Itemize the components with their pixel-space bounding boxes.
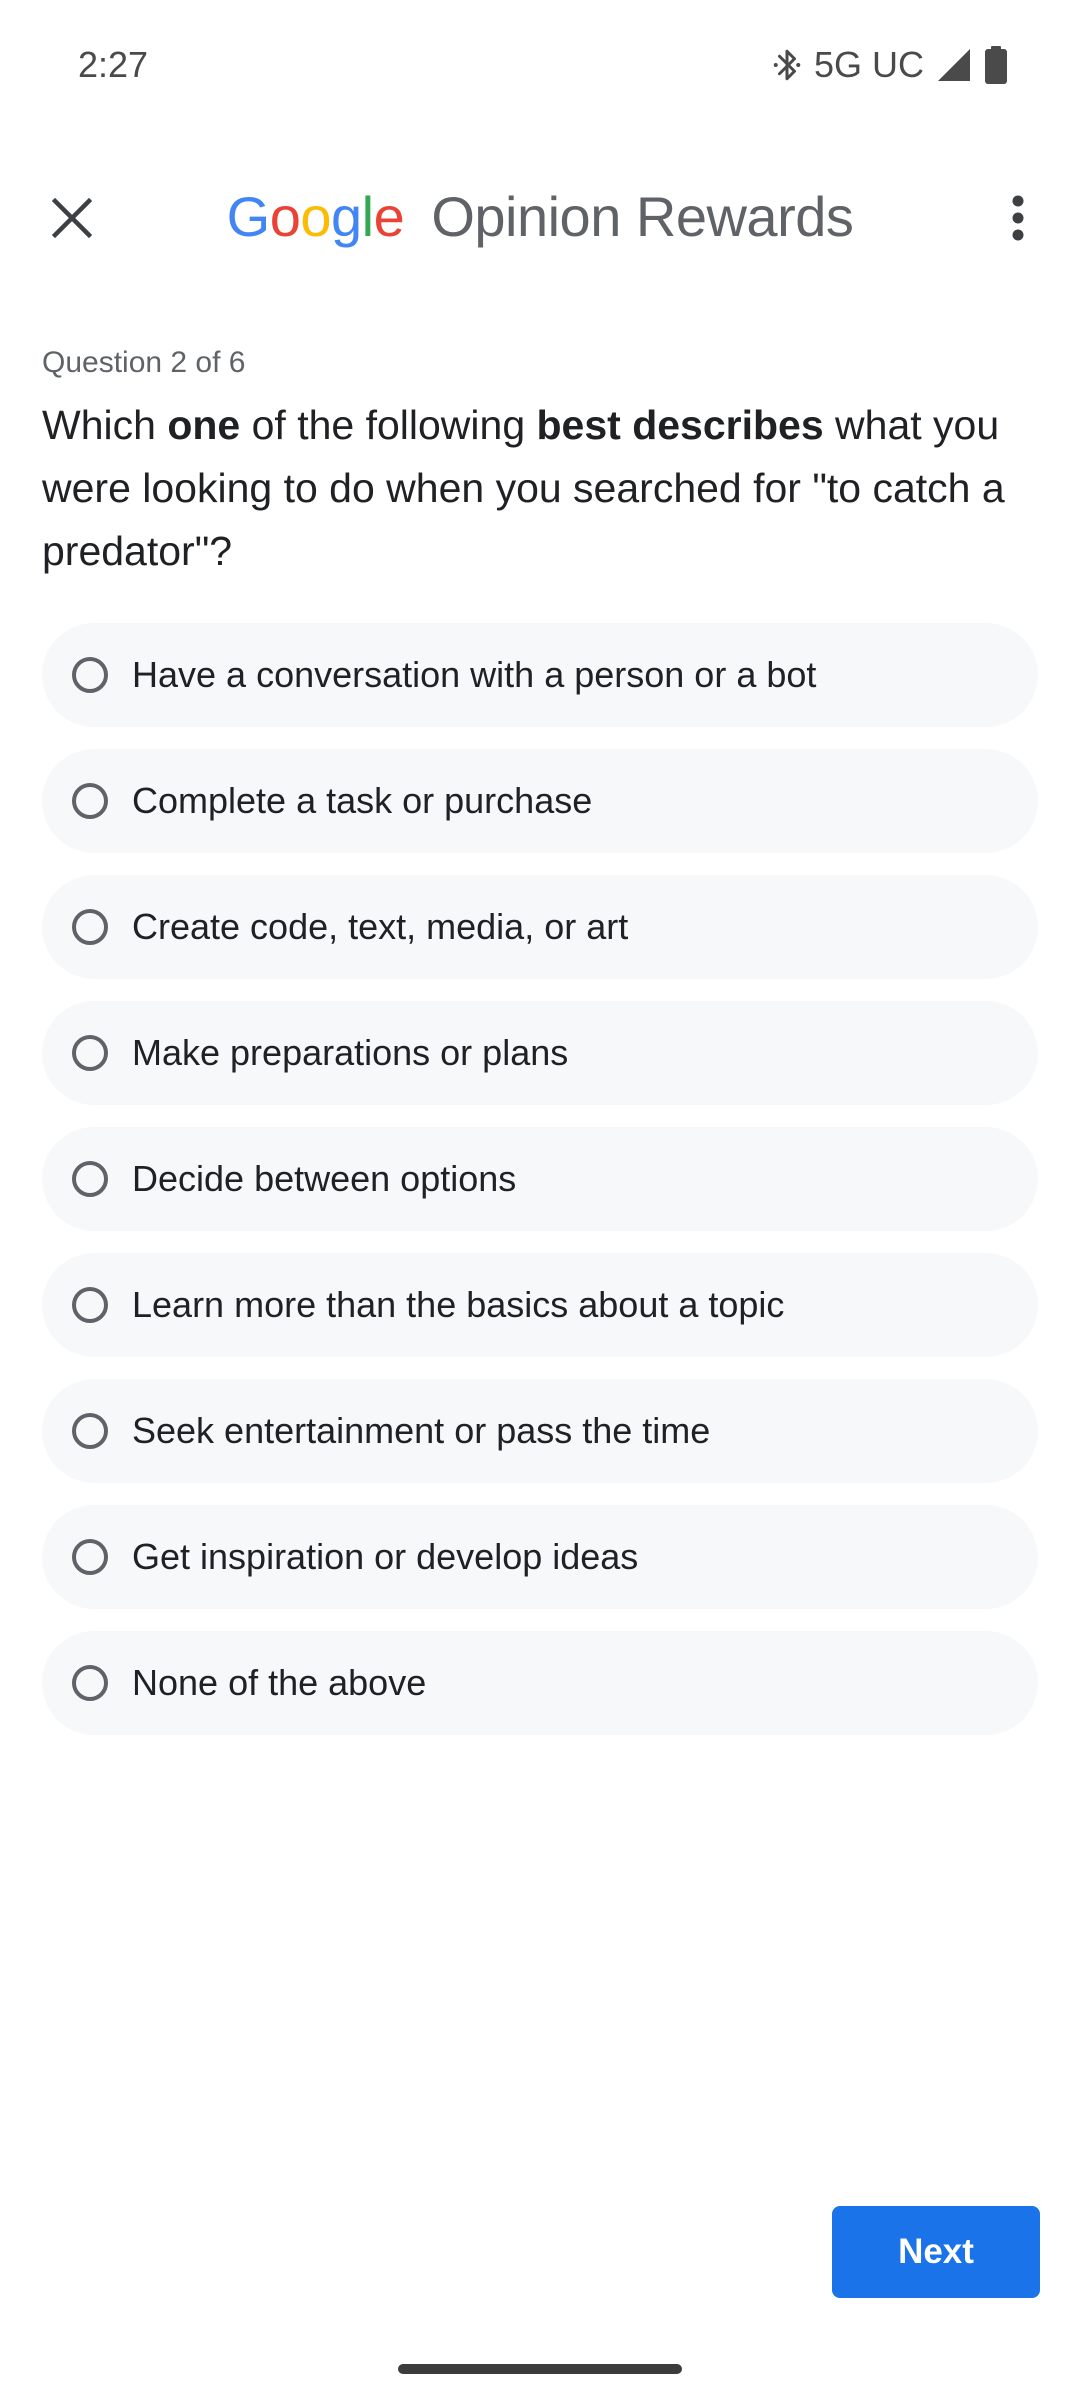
question-part: Which	[42, 402, 168, 448]
option-label: None of the above	[132, 1662, 427, 1703]
answer-option[interactable]: Create code, text, media, or art	[42, 875, 1038, 979]
radio-button[interactable]	[72, 1539, 108, 1575]
bluetooth-icon	[772, 45, 802, 85]
answer-option[interactable]: Seek entertainment or pass the time	[42, 1379, 1038, 1483]
brand-letter: o	[300, 185, 331, 248]
google-logo: Google	[227, 185, 420, 248]
network-type: 5G UC	[813, 44, 924, 85]
next-button[interactable]: Next	[832, 2206, 1040, 2298]
signal-icon	[936, 47, 972, 83]
more-options-button[interactable]	[984, 186, 1052, 254]
answer-option[interactable]: Make preparations or plans	[42, 1001, 1038, 1105]
brand-letter: G	[226, 185, 271, 248]
brand-letter: l	[361, 185, 374, 248]
answer-option[interactable]: Learn more than the basics about a topic	[42, 1253, 1038, 1357]
brand-letter: o	[269, 185, 301, 248]
answer-option[interactable]: Have a conversation with a person or a b…	[42, 623, 1038, 727]
radio-button[interactable]	[72, 1035, 108, 1071]
answer-option[interactable]: Decide between options	[42, 1127, 1038, 1231]
option-label: Decide between options	[132, 1158, 517, 1199]
status-time: 2:27	[78, 44, 149, 85]
survey-content: Question 2 of 6 Which one of the followi…	[42, 346, 1038, 1735]
option-label: Create code, text, media, or art	[132, 906, 629, 947]
radio-button[interactable]	[72, 1287, 108, 1323]
question-emphasis: best describes	[536, 402, 824, 448]
answer-option[interactable]: Get inspiration or develop ideas	[42, 1505, 1038, 1609]
answer-option[interactable]: None of the above	[42, 1631, 1038, 1735]
app-title-text: Opinion Rewards	[431, 185, 854, 248]
option-label: Make preparations or plans	[132, 1032, 569, 1073]
question-text: Which one of the following best describe…	[42, 394, 1038, 583]
option-label: Get inspiration or develop ideas	[132, 1536, 639, 1577]
more-vert-icon	[1011, 195, 1025, 246]
option-label: Seek entertainment or pass the time	[132, 1410, 711, 1451]
brand-letter: g	[331, 185, 362, 248]
battery-icon	[984, 45, 1008, 85]
radio-button[interactable]	[72, 657, 108, 693]
radio-button[interactable]	[72, 909, 108, 945]
question-part: of the following	[240, 402, 537, 448]
answer-options: Have a conversation with a person or a b…	[42, 623, 1038, 1735]
question-emphasis: one	[167, 402, 241, 448]
radio-button[interactable]	[72, 1413, 108, 1449]
brand-letter: e	[373, 185, 405, 248]
option-label: Learn more than the basics about a topic	[132, 1284, 785, 1325]
status-icons: 5G UC	[772, 44, 1008, 86]
radio-button[interactable]	[72, 1665, 108, 1701]
radio-button[interactable]	[72, 1161, 108, 1197]
status-bar: 2:27 5G UC	[0, 0, 1080, 130]
app-bar: Google Opinion Rewards	[0, 160, 1080, 280]
option-label: Complete a task or purchase	[132, 780, 593, 821]
home-indicator[interactable]	[398, 2364, 682, 2374]
answer-option[interactable]: Complete a task or purchase	[42, 749, 1038, 853]
app-title: Google Opinion Rewards	[0, 184, 1080, 249]
radio-button[interactable]	[72, 783, 108, 819]
option-label: Have a conversation with a person or a b…	[132, 654, 817, 695]
question-counter: Question 2 of 6	[42, 346, 246, 379]
